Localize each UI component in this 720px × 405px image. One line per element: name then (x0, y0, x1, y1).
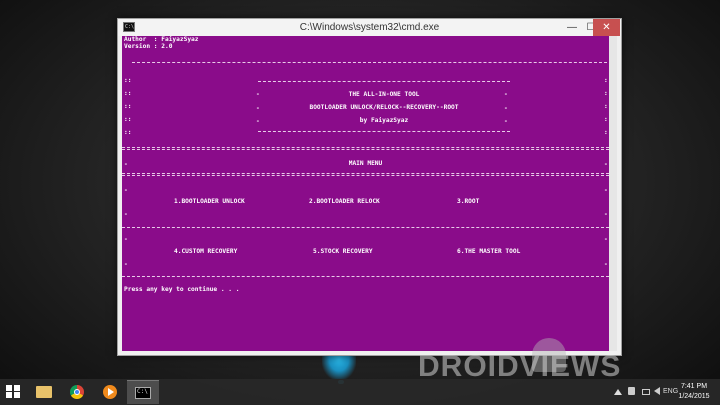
windows-logo-icon (6, 392, 12, 398)
option-root: 3.ROOT (457, 198, 480, 205)
folder-icon (36, 386, 52, 398)
taskbar: C:\ ENG 7:41 PM 1/24/2015 (0, 379, 720, 405)
windows-logo-icon (14, 385, 20, 391)
scrollbar[interactable] (609, 36, 617, 351)
taskbar-cmd[interactable]: C:\ (127, 380, 159, 404)
media-player-icon (103, 385, 117, 399)
wallpaper-splash (322, 354, 356, 380)
tool-title: THE ALL-IN-ONE TOOL (348, 91, 420, 98)
side-marker-left: :: (124, 77, 132, 84)
console-output[interactable]: Author : FaiyazSyaz Version : 2.0 :: :: … (122, 36, 617, 351)
dash-marker: - (604, 236, 608, 243)
cmd-icon: C:\ (135, 387, 151, 399)
header-bottom-rule (258, 131, 510, 132)
option-stock-recovery: 5.STOCK RECOVERY (313, 248, 373, 255)
chrome-icon (70, 385, 84, 399)
menu-title-border (122, 173, 609, 176)
title-bar[interactable]: C:\ C:\Windows\system32\cmd.exe — ☐ ✕ (118, 19, 621, 36)
windows-logo-icon (6, 385, 12, 391)
dash-marker: - (124, 211, 128, 218)
clock-time: 7:41 PM (680, 383, 708, 390)
flag-icon[interactable] (628, 387, 635, 395)
tool-author: by FaiyazSyaz (359, 117, 409, 124)
dash-marker: - (604, 261, 608, 268)
continue-prompt: Press any key to continue . . . (124, 286, 240, 293)
option-bootloader-unlock: 1.BOOTLOADER UNLOCK (174, 198, 245, 205)
menu-bottom-border (122, 276, 609, 277)
cmd-icon-label: C:\ (137, 388, 148, 395)
dash-marker: - (124, 261, 128, 268)
side-marker-left: :: (124, 129, 132, 136)
side-marker-left: :: (124, 103, 132, 110)
option-custom-recovery: 4.CUSTOM RECOVERY (174, 248, 238, 255)
header-top-rule (258, 81, 510, 82)
menu-top-border (122, 147, 609, 150)
site-watermark: DROIDVIEWS (418, 350, 622, 383)
menu-divider (122, 227, 609, 228)
clock[interactable]: 7:41 PM 1/24/2015 (672, 382, 716, 402)
windows-logo-icon (14, 392, 20, 398)
taskbar-file-explorer[interactable] (28, 380, 60, 404)
dash-marker: - (124, 187, 128, 194)
network-icon[interactable] (642, 389, 650, 395)
close-button[interactable]: ✕ (593, 19, 620, 36)
clock-date: 1/24/2015 (678, 393, 710, 400)
top-border (132, 62, 607, 63)
dash-marker: - (604, 211, 608, 218)
side-marker-left: :: (124, 116, 132, 123)
tray-overflow-icon[interactable] (614, 389, 622, 395)
cmd-window[interactable]: C:\ C:\Windows\system32\cmd.exe — ☐ ✕ Au… (117, 18, 622, 356)
menu-title: MAIN MENU (348, 160, 383, 167)
tool-subtitle: BOOTLOADER UNLOCK/RELOCK--RECOVERY--ROOT (309, 104, 459, 111)
side-marker-left: :: (124, 90, 132, 97)
taskbar-media-player[interactable] (94, 380, 126, 404)
volume-icon[interactable] (654, 387, 660, 395)
option-bootloader-relock: 2.BOOTLOADER RELOCK (309, 198, 380, 205)
version-line: Version : 2.0 (124, 43, 173, 50)
option-master-tool: 6.THE MASTER TOOL (457, 248, 521, 255)
taskbar-chrome[interactable] (61, 380, 93, 404)
start-button[interactable] (6, 385, 22, 399)
dash-marker: - (124, 236, 128, 243)
dash-marker: - (604, 187, 608, 194)
window-title: C:\Windows\system32\cmd.exe (299, 22, 440, 33)
